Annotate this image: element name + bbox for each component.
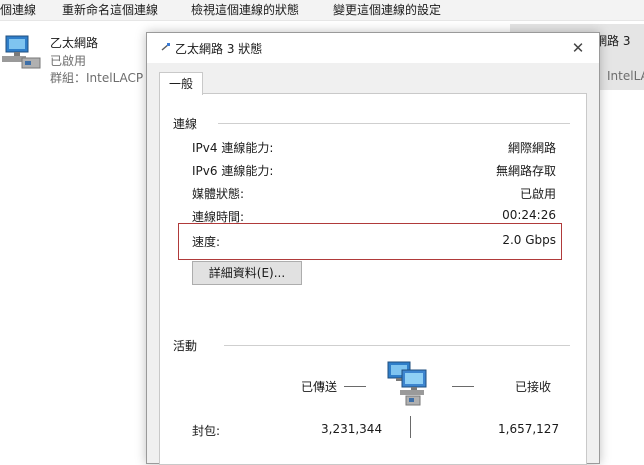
status-dialog: 乙太網路 3 狀態 ✕ 一般 連線 IPv4 連線能力: 網際網路 IPv6 連… <box>146 32 600 465</box>
speed-label: 速度: <box>192 235 221 249</box>
activity-section-title: 活動 <box>173 339 198 353</box>
connection-section-divider <box>218 123 570 124</box>
network-activity-icon <box>387 361 427 406</box>
adapter-left-status: 已啟用 <box>50 54 87 68</box>
adapter-left-name: 乙太網路 <box>50 36 99 50</box>
packets-received-value: 1,657,127 <box>498 422 560 436</box>
ipv4-label: IPv4 連線能力: <box>192 141 274 155</box>
dialog-titlebar[interactable]: 乙太網路 3 狀態 ✕ <box>147 33 599 63</box>
ipv4-value: 網際網路 <box>507 141 556 155</box>
explorer-command-bar: 個連線 重新命名這個連線 檢視這個連線的狀態 變更這個連線的設定 <box>0 0 644 21</box>
command-connect[interactable]: 個連線 <box>0 1 36 18</box>
sent-dash <box>344 386 366 387</box>
sent-label: 已傳送 <box>301 380 338 394</box>
packets-sent-value: 3,231,344 <box>321 422 383 436</box>
received-label: 已接收 <box>515 380 552 394</box>
activity-divider <box>410 416 411 438</box>
adapter-right-group: ：IntelLAC <box>595 69 644 83</box>
ipv6-value: 無網路存取 <box>495 164 556 178</box>
close-button[interactable]: ✕ <box>563 35 593 61</box>
tab-general[interactable]: 一般 <box>159 72 203 95</box>
command-change-settings[interactable]: 變更這個連線的設定 <box>333 1 441 18</box>
ipv6-label: IPv6 連線能力: <box>192 164 274 178</box>
duration-value: 00:24:26 <box>502 208 556 222</box>
command-view-status[interactable]: 檢視這個連線的狀態 <box>191 1 299 18</box>
speed-value: 2.0 Gbps <box>502 233 556 247</box>
dialog-title: 乙太網路 3 狀態 <box>175 42 263 56</box>
received-dash <box>452 386 474 387</box>
close-icon: ✕ <box>571 39 585 57</box>
connection-section-title: 連線 <box>173 117 198 131</box>
activity-section-divider <box>224 345 570 346</box>
media-state-label: 媒體狀態: <box>192 187 245 201</box>
adapter-right-name: 網路 3 <box>595 34 631 48</box>
details-button[interactable]: 詳細資料(E)... <box>192 261 302 285</box>
media-state-value: 已啟用 <box>519 187 556 201</box>
network-connection-icon <box>161 43 170 51</box>
packets-label: 封包: <box>192 424 221 438</box>
network-adapter-icon <box>2 35 41 69</box>
general-tab-panel: 連線 IPv4 連線能力: 網際網路 IPv6 連線能力: 無網路存取 媒體狀態… <box>159 93 587 465</box>
adapter-left-group: 群組：IntelLACP <box>50 71 144 85</box>
command-rename[interactable]: 重新命名這個連線 <box>62 1 158 18</box>
